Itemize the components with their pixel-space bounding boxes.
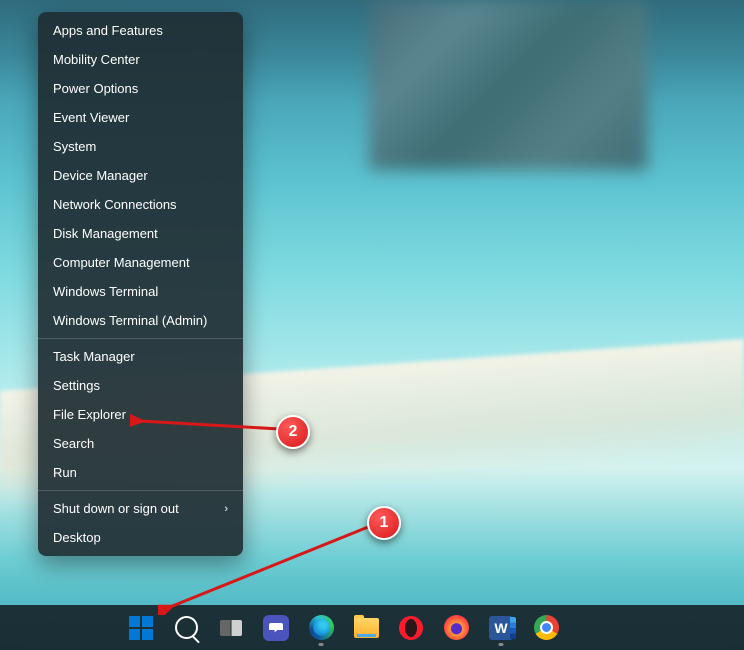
chevron-right-icon: › bbox=[224, 503, 228, 515]
word-button[interactable]: W bbox=[482, 609, 520, 647]
desktop-wallpaper: Apps and Features Mobility Center Power Op… bbox=[0, 0, 744, 650]
chrome-canary-button[interactable] bbox=[527, 609, 565, 647]
edge-button[interactable] bbox=[302, 609, 340, 647]
chat-button[interactable] bbox=[257, 609, 295, 647]
running-indicator bbox=[319, 643, 324, 646]
menu-item-label: Apps and Features bbox=[53, 23, 163, 38]
menu-item-label: Desktop bbox=[53, 530, 101, 545]
menu-item-run[interactable]: Run bbox=[38, 458, 243, 487]
menu-item-desktop[interactable]: Desktop bbox=[38, 523, 243, 552]
menu-item-label: Search bbox=[53, 436, 94, 451]
menu-item-label: File Explorer bbox=[53, 407, 126, 422]
running-indicator bbox=[499, 643, 504, 646]
menu-item-label: Disk Management bbox=[53, 226, 158, 241]
task-view-icon bbox=[220, 620, 242, 636]
menu-item-task-manager[interactable]: Task Manager bbox=[38, 342, 243, 371]
menu-item-network-connections[interactable]: Network Connections bbox=[38, 190, 243, 219]
firefox-icon bbox=[444, 615, 469, 640]
menu-item-label: Shut down or sign out bbox=[53, 501, 179, 516]
windows-logo-icon bbox=[129, 616, 153, 640]
menu-item-windows-terminal[interactable]: Windows Terminal bbox=[38, 277, 243, 306]
menu-item-disk-management[interactable]: Disk Management bbox=[38, 219, 243, 248]
winx-context-menu: Apps and Features Mobility Center Power Op… bbox=[38, 12, 243, 556]
menu-item-system[interactable]: System bbox=[38, 132, 243, 161]
menu-item-shutdown-signout[interactable]: Shut down or sign out › bbox=[38, 494, 243, 523]
menu-item-mobility-center[interactable]: Mobility Center bbox=[38, 45, 243, 74]
start-button[interactable] bbox=[122, 609, 160, 647]
task-view-button[interactable] bbox=[212, 609, 250, 647]
word-icon: W bbox=[489, 616, 513, 640]
menu-item-label: Settings bbox=[53, 378, 100, 393]
menu-item-label: Mobility Center bbox=[53, 52, 140, 67]
menu-item-label: Windows Terminal bbox=[53, 284, 158, 299]
firefox-button[interactable] bbox=[437, 609, 475, 647]
menu-separator bbox=[38, 490, 243, 491]
menu-item-device-manager[interactable]: Device Manager bbox=[38, 161, 243, 190]
folder-icon bbox=[354, 618, 379, 638]
annotation-badge-1: 1 bbox=[367, 506, 401, 540]
menu-item-label: Device Manager bbox=[53, 168, 148, 183]
menu-item-event-viewer[interactable]: Event Viewer bbox=[38, 103, 243, 132]
menu-separator bbox=[38, 338, 243, 339]
opera-button[interactable] bbox=[392, 609, 430, 647]
menu-item-label: Windows Terminal (Admin) bbox=[53, 313, 207, 328]
taskbar: W bbox=[0, 605, 744, 650]
opera-icon bbox=[399, 616, 423, 640]
file-explorer-button[interactable] bbox=[347, 609, 385, 647]
edge-icon bbox=[309, 615, 334, 640]
menu-item-file-explorer[interactable]: File Explorer bbox=[38, 400, 243, 429]
menu-item-apps-and-features[interactable]: Apps and Features bbox=[38, 16, 243, 45]
menu-item-label: Run bbox=[53, 465, 77, 480]
menu-item-settings[interactable]: Settings bbox=[38, 371, 243, 400]
search-button[interactable] bbox=[167, 609, 205, 647]
menu-item-label: Power Options bbox=[53, 81, 138, 96]
menu-item-label: Computer Management bbox=[53, 255, 190, 270]
menu-item-search[interactable]: Search bbox=[38, 429, 243, 458]
menu-item-windows-terminal-admin[interactable]: Windows Terminal (Admin) bbox=[38, 306, 243, 335]
chrome-icon bbox=[534, 615, 559, 640]
menu-item-computer-management[interactable]: Computer Management bbox=[38, 248, 243, 277]
menu-item-label: Task Manager bbox=[53, 349, 135, 364]
menu-item-label: Network Connections bbox=[53, 197, 177, 212]
menu-item-label: System bbox=[53, 139, 96, 154]
menu-item-power-options[interactable]: Power Options bbox=[38, 74, 243, 103]
search-icon bbox=[175, 616, 198, 639]
menu-item-label: Event Viewer bbox=[53, 110, 129, 125]
chat-icon bbox=[263, 615, 289, 641]
blurred-window bbox=[369, 0, 647, 170]
annotation-badge-2: 2 bbox=[276, 415, 310, 449]
